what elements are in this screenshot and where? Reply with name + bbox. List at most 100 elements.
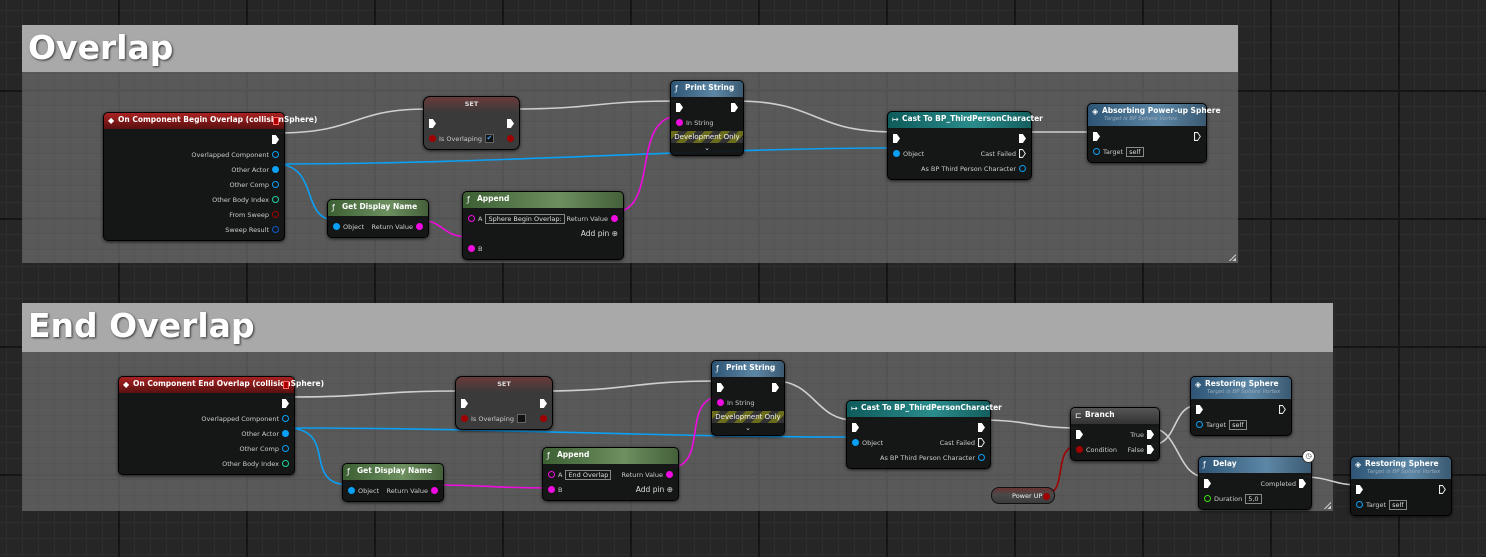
exec-pin-icon[interactable] bbox=[717, 383, 724, 392]
node-header[interactable]: SET bbox=[456, 377, 552, 393]
object-pin-icon[interactable] bbox=[1093, 148, 1100, 155]
node-header[interactable]: ƒ Append bbox=[463, 192, 623, 208]
node-header[interactable]: ◆ On Component End Overlap (collisionSphe… bbox=[119, 377, 324, 393]
object-pin-icon[interactable] bbox=[282, 445, 289, 452]
int-pin-icon[interactable] bbox=[282, 460, 289, 467]
exec-pin-icon[interactable] bbox=[540, 399, 547, 408]
object-pin-icon[interactable] bbox=[333, 223, 340, 230]
eo-restore1-node[interactable]: ◈ Restoring Sphere Target is BP Sphere Vor… bbox=[1190, 376, 1292, 436]
eo-event-node[interactable]: ◆ On Component End Overlap (collisionSphe… bbox=[118, 376, 324, 475]
pin-default-value-input[interactable]: self bbox=[1389, 499, 1407, 510]
add-pin-button[interactable]: Add pin ⊕ bbox=[636, 485, 673, 494]
object-pin-icon[interactable] bbox=[272, 151, 279, 158]
bool-pin-icon[interactable] bbox=[507, 135, 514, 142]
struct-pin-icon[interactable] bbox=[272, 226, 279, 233]
delegate-pin-icon[interactable] bbox=[273, 117, 279, 125]
exec-pin-icon[interactable] bbox=[507, 119, 514, 128]
node-header[interactable]: ƒ Get Display Name bbox=[343, 464, 443, 480]
string-pin-icon[interactable] bbox=[548, 486, 555, 493]
exec-pin-icon[interactable] bbox=[1194, 132, 1201, 141]
exec-pin-icon[interactable] bbox=[282, 399, 289, 408]
bool-pin[interactable] bbox=[1043, 493, 1050, 500]
exec-pin-icon[interactable] bbox=[1439, 485, 1446, 494]
string-pin-icon[interactable] bbox=[468, 215, 475, 222]
exec-pin-icon[interactable] bbox=[272, 135, 279, 144]
string-pin-icon[interactable] bbox=[548, 471, 555, 478]
node-header[interactable]: ƒ Print String bbox=[712, 361, 784, 377]
object-pin-icon[interactable] bbox=[282, 415, 289, 422]
node-header[interactable]: ƒ Get Display Name bbox=[328, 200, 428, 216]
checkbox[interactable] bbox=[516, 414, 526, 423]
exec-pin-icon[interactable] bbox=[772, 383, 779, 392]
ov-absorb-node[interactable]: ◈ Absorbing Power-up Sphere Target is BP S… bbox=[1087, 103, 1221, 163]
pin-default-value-input[interactable]: self bbox=[1126, 146, 1144, 157]
exec-pin-icon[interactable] bbox=[1299, 479, 1306, 488]
expand-chevron-icon[interactable]: ⌄ bbox=[712, 424, 784, 432]
exec-pin-icon[interactable] bbox=[429, 119, 436, 128]
node-header[interactable]: ↦ Cast To BP_ThirdPersonCharacter bbox=[847, 401, 1002, 417]
add-pin-button[interactable]: Add pin ⊕ bbox=[581, 229, 618, 238]
eo-print-node[interactable]: ƒ Print String In String Development Only ⌄ bbox=[711, 360, 785, 436]
exec-pin-icon[interactable] bbox=[676, 103, 683, 112]
node-header[interactable]: ◆ On Component Begin Overlap (collisionSp… bbox=[104, 113, 317, 129]
exec-pin-icon[interactable] bbox=[852, 423, 859, 432]
ov-gdn-node[interactable]: ƒ Get Display Name Object Return Value bbox=[327, 199, 429, 238]
exec-pin-icon[interactable] bbox=[461, 399, 468, 408]
object-pin-icon[interactable] bbox=[893, 150, 900, 157]
node-header[interactable]: ƒ Delay bbox=[1199, 457, 1311, 473]
string-pin-icon[interactable] bbox=[666, 471, 673, 478]
ov-print-node[interactable]: ƒ Print String In String Development Only ⌄ bbox=[670, 80, 744, 156]
node-header[interactable]: ↦ Cast To BP_ThirdPersonCharacter bbox=[888, 112, 1043, 128]
string-pin-icon[interactable] bbox=[676, 119, 683, 126]
pin-default-value-input[interactable]: End Overlap bbox=[565, 469, 612, 480]
exec-pin-icon[interactable] bbox=[978, 438, 985, 447]
ov-append-node[interactable]: ƒ Append A Sphere Begin Overlap: Return Valu… bbox=[462, 191, 624, 260]
string-pin-icon[interactable] bbox=[431, 487, 438, 494]
pin-default-value-input[interactable]: Sphere Begin Overlap: bbox=[485, 213, 565, 224]
bool-pin-icon[interactable] bbox=[461, 415, 468, 422]
bool-pin-icon[interactable] bbox=[429, 135, 436, 142]
exec-pin-icon[interactable] bbox=[1279, 405, 1286, 414]
exec-pin-icon[interactable] bbox=[1204, 479, 1211, 488]
exec-pin-icon[interactable] bbox=[1196, 405, 1203, 414]
exec-pin-icon[interactable] bbox=[1147, 430, 1154, 439]
exec-pin-icon[interactable] bbox=[978, 423, 985, 432]
variable-node-power-up[interactable]: Power UP bbox=[991, 487, 1055, 504]
string-pin-icon[interactable] bbox=[416, 223, 423, 230]
ov-set-node[interactable]: SET Is Overlaping ✔ bbox=[423, 96, 520, 150]
node-header[interactable]: ƒ Append bbox=[543, 448, 678, 464]
string-pin-icon[interactable] bbox=[468, 245, 475, 252]
exec-pin-icon[interactable] bbox=[1019, 134, 1026, 143]
ov-cast-node[interactable]: ↦ Cast To BP_ThirdPersonCharacter Object Ca… bbox=[887, 111, 1043, 180]
pin-default-value-input[interactable]: 5,0 bbox=[1245, 493, 1262, 504]
expand-chevron-icon[interactable]: ⌄ bbox=[671, 144, 743, 152]
node-header[interactable]: ƒ Print String bbox=[671, 81, 743, 97]
exec-pin-icon[interactable] bbox=[1147, 445, 1154, 454]
node-header[interactable]: ◈ Restoring Sphere Target is BP Sphere Vor… bbox=[1191, 377, 1291, 399]
node-header[interactable]: ⊏ Branch bbox=[1071, 408, 1159, 424]
ov-event-node[interactable]: ◆ On Component Begin Overlap (collisionSp… bbox=[103, 112, 317, 241]
int-pin-icon[interactable] bbox=[272, 196, 279, 203]
object-pin-icon[interactable] bbox=[1019, 165, 1026, 172]
float-pin-icon[interactable] bbox=[1204, 495, 1211, 502]
object-pin-icon[interactable] bbox=[282, 430, 289, 437]
exec-pin-icon[interactable] bbox=[1093, 132, 1100, 141]
exec-pin-icon[interactable] bbox=[1076, 430, 1083, 439]
bool-pin-icon[interactable] bbox=[1076, 446, 1083, 453]
object-pin-icon[interactable] bbox=[1196, 421, 1203, 428]
checkbox[interactable]: ✔ bbox=[484, 134, 494, 143]
object-pin-icon[interactable] bbox=[1356, 501, 1363, 508]
object-pin-icon[interactable] bbox=[348, 487, 355, 494]
exec-pin-icon[interactable] bbox=[731, 103, 738, 112]
string-pin-icon[interactable] bbox=[611, 215, 618, 222]
pin-default-value-input[interactable]: self bbox=[1229, 419, 1247, 430]
exec-pin-icon[interactable] bbox=[893, 134, 900, 143]
object-pin-icon[interactable] bbox=[272, 181, 279, 188]
eo-delay-node[interactable]: ƒ Delay Completed Duration 5,0 ◷ bbox=[1198, 450, 1315, 510]
exec-pin-icon[interactable] bbox=[1356, 485, 1363, 494]
eo-append-node[interactable]: ƒ Append A End Overlap Return Value B Add pin … bbox=[542, 447, 679, 501]
node-header[interactable]: ◈ Restoring Sphere Target is BP Sphere Vor… bbox=[1351, 457, 1451, 479]
object-pin-icon[interactable] bbox=[852, 439, 859, 446]
node-header[interactable]: ◈ Absorbing Power-up Sphere Target is BP S… bbox=[1088, 104, 1221, 126]
eo-set-node[interactable]: SET Is Overlaping bbox=[455, 376, 553, 430]
